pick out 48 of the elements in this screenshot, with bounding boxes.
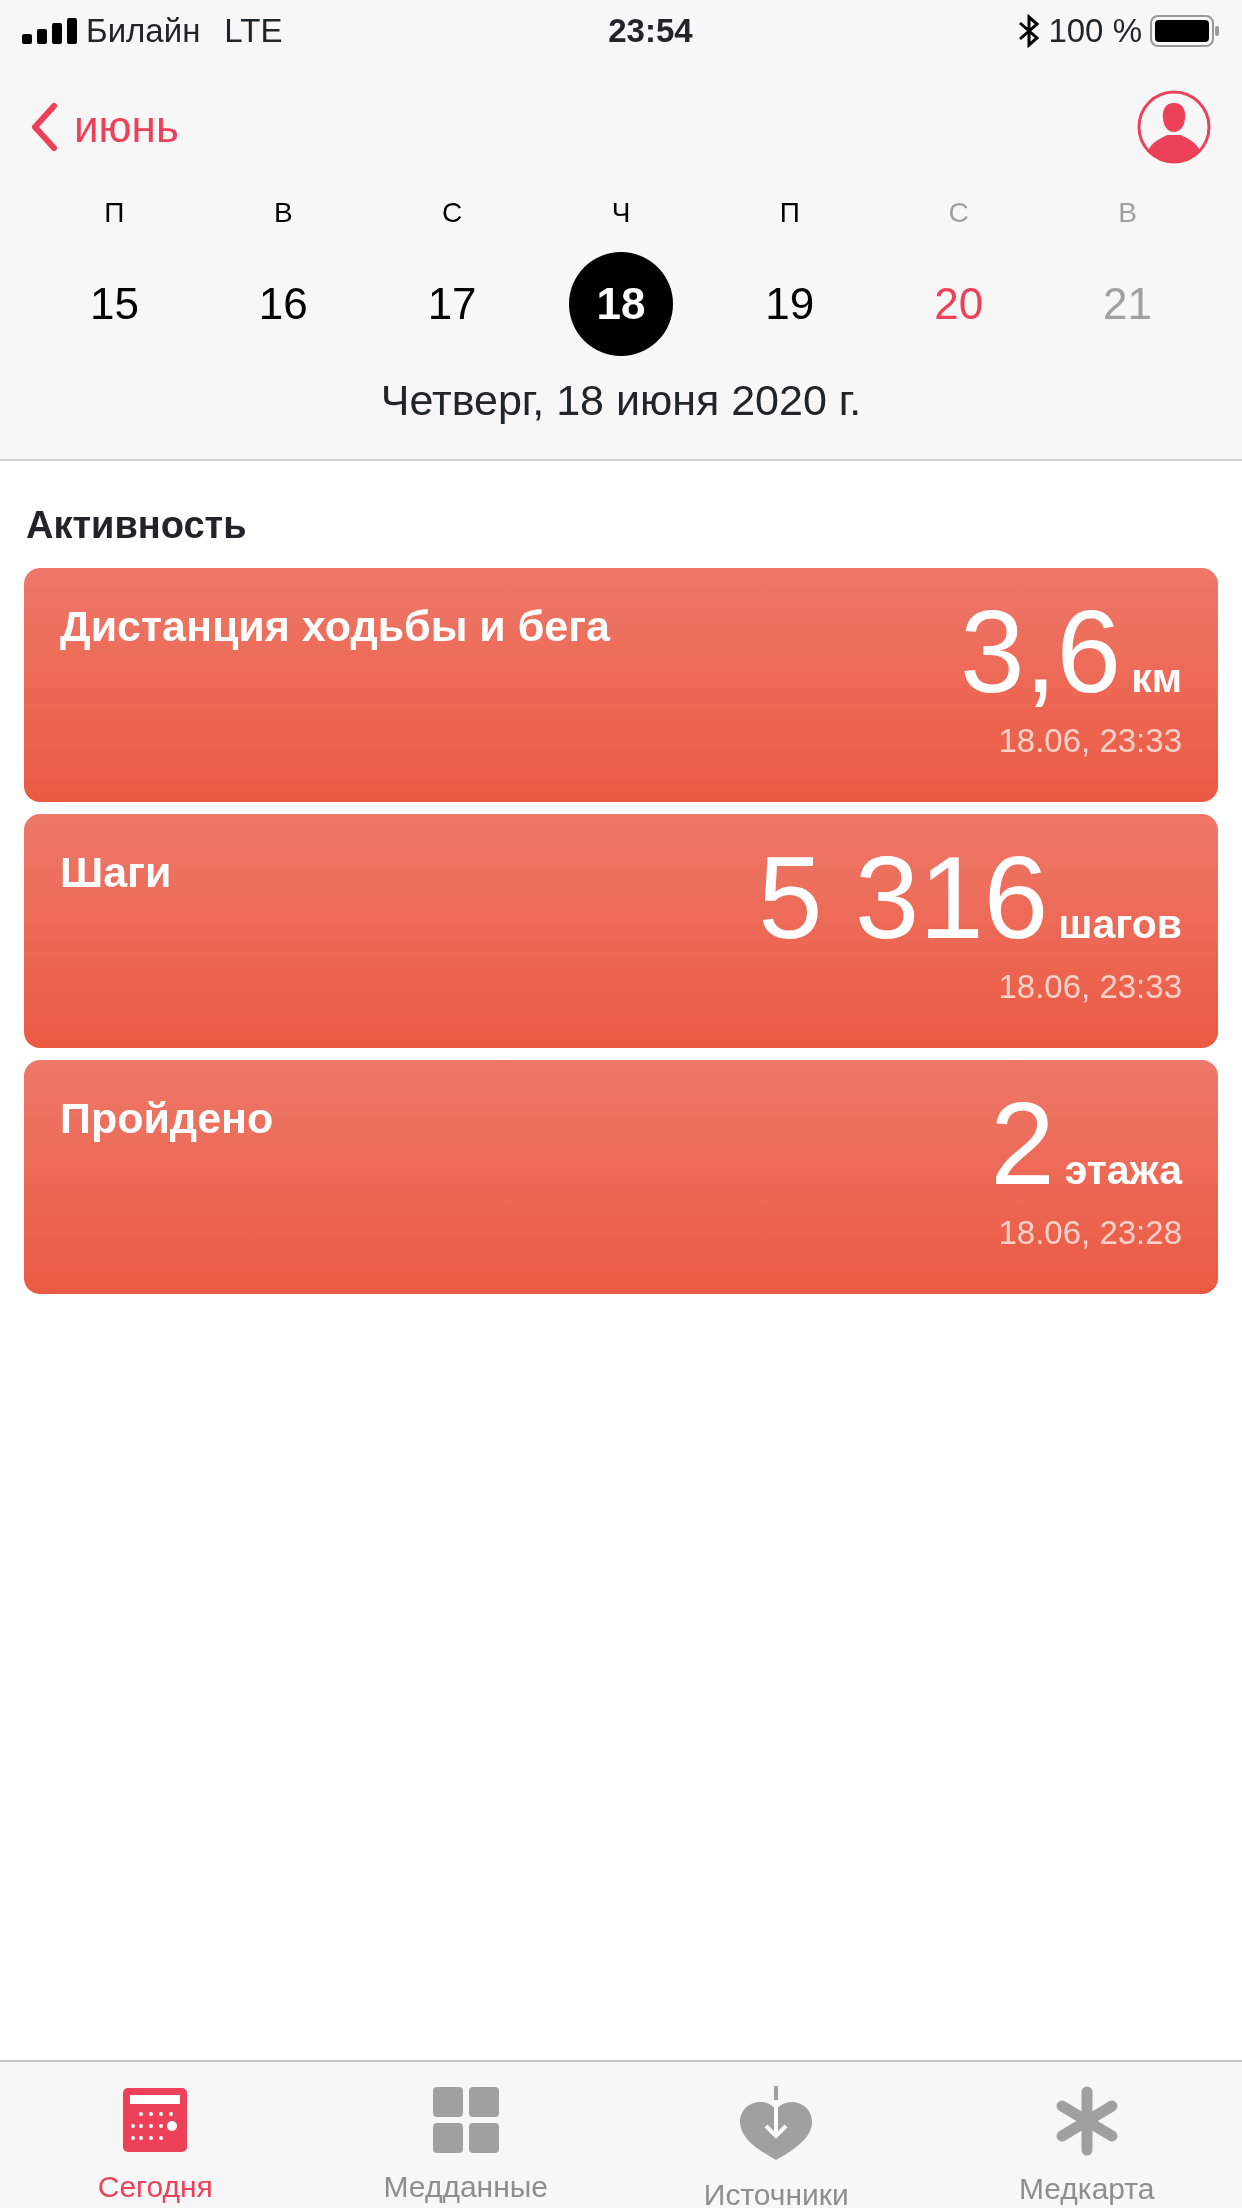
weekday-label: П [103,196,126,230]
tab-button[interactable]: Медкарта [931,2062,1242,2208]
battery-percent: 100 % [1048,11,1142,52]
battery-icon [1150,15,1220,47]
chevron-left-icon [30,102,58,152]
tab-button[interactable]: Источники [621,2062,932,2208]
profile-icon[interactable] [1136,89,1212,165]
calendar-icon [121,2086,190,2154]
network-type: LTE [224,11,283,52]
tab-button[interactable]: Сегодня [0,2062,311,2208]
day-number[interactable]: 18 [569,252,673,356]
day-number[interactable]: 19 [737,252,842,356]
weekday-label: П [778,196,801,230]
metric-unit: этажа [1064,1145,1182,1195]
day-number[interactable]: 21 [1075,252,1180,356]
weekday-label: В [1117,196,1138,230]
weekday-label: В [272,196,294,230]
day-number[interactable]: 20 [906,252,1011,356]
day-number[interactable]: 15 [62,252,167,356]
metric-card[interactable]: Дистанция ходьбы и бега 3,6 км 18.06, 23:33 [24,567,1218,802]
day-number[interactable]: 17 [400,252,505,356]
metric-card[interactable]: Пройдено 2 этажа 18.06, 23:28 [24,1059,1218,1294]
metric-unit: шагов [1058,899,1182,949]
metric-timestamp: 18.06, 23:33 [998,720,1182,761]
heart-arrow-icon [738,2086,815,2162]
metric-value: 3,6 [959,593,1122,710]
section-title: Активность [25,502,248,548]
metric-timestamp: 18.06, 23:33 [998,966,1182,1007]
carrier-name: Билайн [86,11,201,52]
metric-title: Шаги [60,846,172,898]
metric-timestamp: 18.06, 23:28 [998,1212,1182,1253]
weekday-label: С [441,196,464,230]
day-number[interactable]: 16 [231,252,336,356]
bluetooth-icon [1018,14,1041,48]
metric-value: 5 316 [757,839,1049,956]
weekday-label: Ч [610,196,632,230]
metric-title: Пройдено [60,1092,274,1144]
metric-value: 2 [990,1085,1055,1202]
metric-unit: км [1131,653,1182,703]
metric-title: Дистанция ходьбы и бега [60,600,610,652]
back-link[interactable]: июнь [30,94,179,160]
grid-icon [431,2086,500,2154]
signal-icon [22,18,78,44]
weekday-label: С [947,196,970,230]
tab-button[interactable]: Медданные [310,2062,621,2208]
full-date: Четверг, 18 июня 2020 г. [379,375,863,426]
metric-card[interactable]: Шаги 5 316 шагов 18.06, 23:33 [24,813,1218,1048]
clock-time: 23:54 [608,11,693,52]
